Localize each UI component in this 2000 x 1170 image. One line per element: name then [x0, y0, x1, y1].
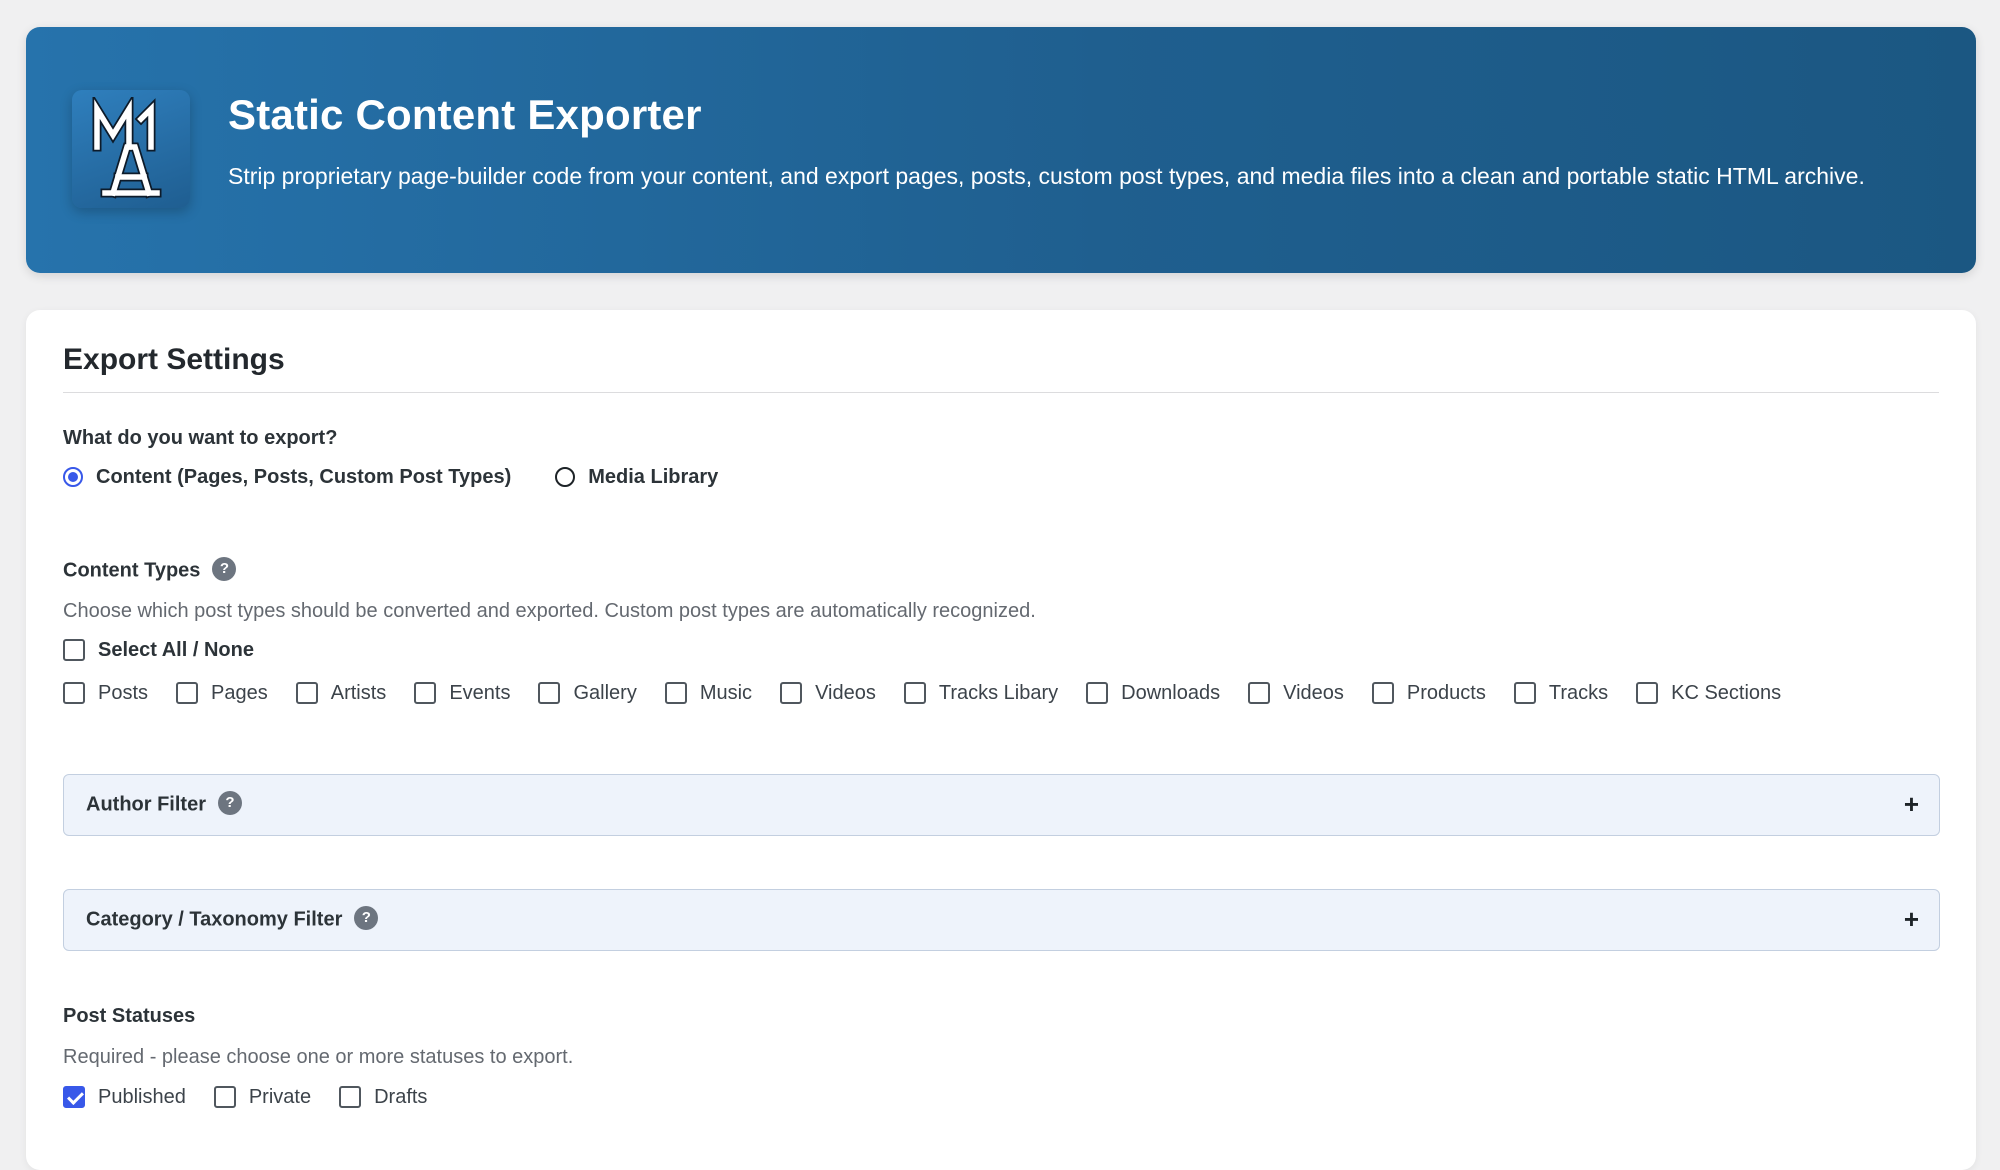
- help-icon[interactable]: ?: [218, 791, 242, 815]
- checkbox[interactable]: [414, 682, 437, 704]
- author-filter-heading: Author Filter?: [86, 791, 242, 817]
- checkbox-label: Drafts: [374, 1085, 428, 1108]
- checkbox[interactable]: [295, 682, 318, 704]
- author-filter-accordion[interactable]: Author Filter? +: [63, 774, 1940, 836]
- post-statuses-checkbox-list: Published Private Drafts: [63, 1083, 455, 1111]
- expand-plus-icon[interactable]: +: [1904, 789, 1919, 820]
- checkbox[interactable]: [1086, 682, 1109, 704]
- select-all-none-label: Select All / None: [98, 638, 254, 661]
- checkbox[interactable]: [213, 1086, 236, 1108]
- content-type-kc-sections[interactable]: KC Sections: [1636, 682, 1781, 705]
- content-types-checkbox-list: Posts Pages Artists Events Gallery Music…: [63, 679, 1809, 707]
- status-published[interactable]: Published: [63, 1086, 186, 1109]
- taxonomy-filter-heading: Category / Taxonomy Filter?: [86, 906, 379, 932]
- checkbox-label: Videos: [815, 681, 876, 704]
- radio-media-library-label: Media Library: [588, 465, 719, 488]
- expand-plus-icon[interactable]: +: [1904, 904, 1919, 935]
- checkbox-label: KC Sections: [1671, 681, 1782, 704]
- taxonomy-filter-label: Category / Taxonomy Filter: [86, 908, 343, 931]
- checkbox[interactable]: [1371, 682, 1394, 704]
- content-types-description: Choose which post types should be conver…: [63, 600, 1036, 622]
- checkbox[interactable]: [780, 682, 803, 704]
- content-type-music[interactable]: Music: [664, 681, 753, 705]
- content-type-downloads[interactable]: Downloads: [1086, 682, 1220, 705]
- checkbox-label: Downloads: [1121, 681, 1221, 704]
- section-divider: [63, 392, 1939, 393]
- select-all-none-checkbox[interactable]: [63, 639, 85, 661]
- checkbox-label: Events: [449, 681, 511, 704]
- checkbox[interactable]: [664, 682, 687, 704]
- checkbox-label: Published: [98, 1085, 186, 1108]
- status-private[interactable]: Private: [213, 1085, 312, 1109]
- post-statuses-description: Required - please choose one or more sta…: [63, 1046, 574, 1068]
- checkbox-label: Posts: [98, 681, 149, 704]
- checkbox-label: Videos: [1283, 681, 1344, 704]
- header-banner: Static Content Exporter Strip proprietar…: [26, 27, 1976, 273]
- taxonomy-filter-accordion[interactable]: Category / Taxonomy Filter? +: [63, 889, 1940, 951]
- checkbox[interactable]: [1248, 682, 1271, 704]
- section-title: Export Settings: [63, 343, 285, 376]
- checkbox-label: Private: [248, 1085, 312, 1108]
- content-type-videos-2[interactable]: Videos: [1248, 682, 1344, 705]
- select-all-row: Select All / None: [63, 636, 282, 664]
- content-type-events[interactable]: Events: [414, 682, 510, 705]
- checkbox[interactable]: [63, 682, 85, 704]
- content-type-posts[interactable]: Posts: [63, 682, 148, 705]
- export-settings-card: Export Settings What do you want to expo…: [26, 310, 1976, 1170]
- content-types-label: Content Types: [63, 559, 201, 582]
- radio-option-media-library[interactable]: Media Library: [555, 466, 718, 489]
- checkbox[interactable]: [903, 682, 926, 704]
- checkbox[interactable]: [1636, 682, 1659, 704]
- checkbox[interactable]: [176, 682, 199, 704]
- checkbox-label: Artists: [330, 681, 387, 704]
- content-type-pages[interactable]: Pages: [176, 682, 268, 705]
- help-icon[interactable]: ?: [212, 557, 237, 581]
- radio-media-library[interactable]: [555, 467, 576, 487]
- radio-content-label: Content (Pages, Posts, Custom Post Types…: [96, 465, 512, 488]
- content-type-artists[interactable]: Artists: [295, 681, 387, 705]
- content-type-tracks[interactable]: Tracks: [1513, 681, 1609, 705]
- content-types-heading: Content Types?: [63, 557, 237, 583]
- checkbox-label: Pages: [211, 681, 268, 704]
- select-all-none-checkbox-item[interactable]: Select All / None: [63, 639, 254, 662]
- checkbox[interactable]: [1513, 682, 1536, 704]
- checkbox[interactable]: [339, 1086, 362, 1108]
- checkbox-label: Products: [1406, 681, 1486, 704]
- export-type-radio-group: Content (Pages, Posts, Custom Post Types…: [63, 463, 762, 491]
- checkbox-checked[interactable]: [63, 1086, 85, 1108]
- export-type-label: What do you want to export?: [63, 427, 338, 449]
- author-filter-label: Author Filter: [86, 793, 206, 816]
- checkbox-label: Tracks: [1548, 681, 1609, 704]
- checkbox[interactable]: [538, 682, 561, 704]
- radio-option-content[interactable]: Content (Pages, Posts, Custom Post Types…: [63, 466, 511, 489]
- checkbox-label: Gallery: [573, 681, 637, 704]
- tower-monogram-logo-icon: [72, 90, 190, 208]
- status-drafts[interactable]: Drafts: [339, 1086, 427, 1109]
- content-type-videos[interactable]: Videos: [780, 682, 876, 705]
- checkbox-label: Music: [699, 681, 753, 704]
- content-type-gallery[interactable]: Gallery: [538, 681, 637, 705]
- content-type-tracks-library[interactable]: Tracks Libary: [903, 681, 1059, 705]
- page-title: Static Content Exporter: [228, 91, 702, 138]
- checkbox-label: Tracks Libary: [938, 681, 1059, 704]
- radio-content[interactable]: [63, 467, 83, 487]
- content-type-products[interactable]: Products: [1371, 681, 1486, 705]
- post-statuses-label: Post Statuses: [63, 1005, 196, 1027]
- help-icon[interactable]: ?: [354, 906, 379, 930]
- page-description: Strip proprietary page-builder code from…: [228, 163, 1865, 189]
